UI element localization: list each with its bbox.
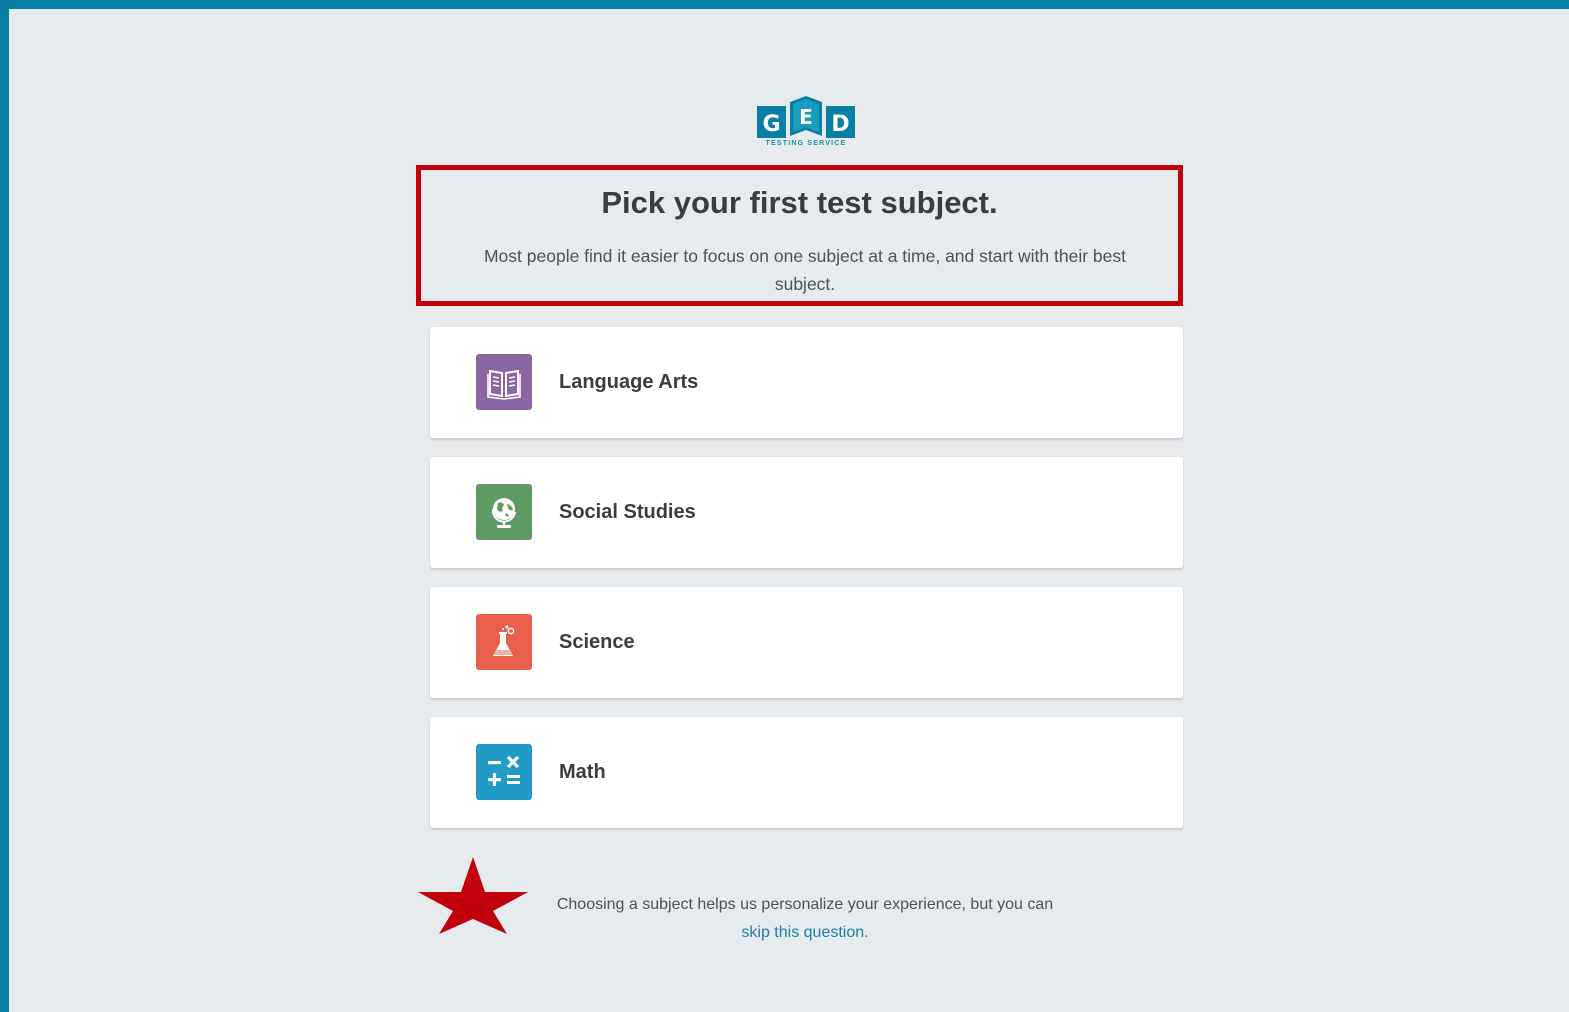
subject-label: Social Studies xyxy=(559,501,696,523)
page-subtitle: Most people find it easier to focus on o… xyxy=(483,246,1126,294)
footer-text: Choosing a subject helps us personalize … xyxy=(556,896,1054,913)
subject-card-social-studies[interactable]: Social Studies xyxy=(430,457,1183,568)
subject-label: Math xyxy=(559,761,606,783)
book-icon xyxy=(476,354,532,410)
footer-note: Choosing a subject helps us personalize … xyxy=(529,891,1081,947)
subject-card-language-arts[interactable]: Language Arts xyxy=(430,327,1183,438)
subject-card-math[interactable]: Math xyxy=(430,717,1183,828)
math-symbols-icon xyxy=(476,744,532,800)
logo-letter-e: E xyxy=(799,105,813,129)
logo-letter-g: G xyxy=(762,112,780,137)
logo-subtitle: TESTING SERVICE xyxy=(765,140,847,147)
subject-label: Language Arts xyxy=(559,371,699,393)
skip-question-link[interactable]: skip this question. xyxy=(741,924,868,941)
flask-icon xyxy=(476,614,532,670)
ged-logo: G E D TESTING SERVICE xyxy=(755,93,857,151)
page-title: Pick your first test subject. xyxy=(601,185,998,220)
subject-label: Science xyxy=(559,631,635,653)
globe-icon xyxy=(476,484,532,540)
logo-letter-d: D xyxy=(831,112,849,137)
page-frame: G E D TESTING SERVICE Pick your first te… xyxy=(0,0,1569,1012)
star-annotation-icon xyxy=(418,857,528,934)
ged-logo-mark: G E D xyxy=(757,96,855,138)
subject-card-science[interactable]: Science xyxy=(430,587,1183,698)
